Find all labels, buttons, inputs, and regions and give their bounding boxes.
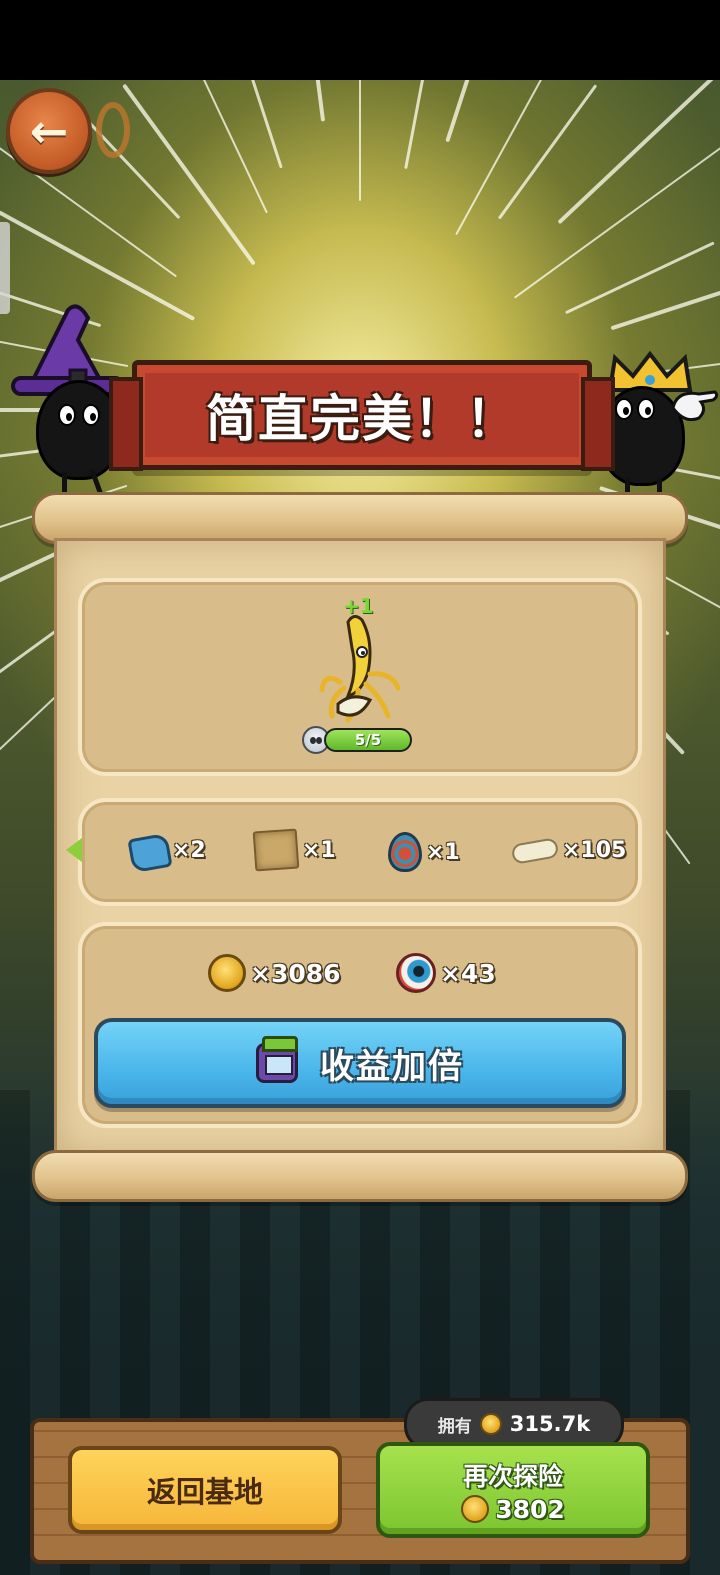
gold-coin-icon: [208, 954, 246, 992]
map-scroll-icon: [252, 828, 300, 872]
scroll-top-rod: [32, 492, 688, 544]
return-base-button[interactable]: 返回基地: [68, 1446, 342, 1534]
bone-icon: [510, 836, 560, 865]
reward-item: ×2: [126, 832, 206, 868]
earning-qty: ×43: [440, 958, 496, 988]
banana-squid-pet-icon: [319, 615, 401, 723]
scroll-left-arrow-icon[interactable]: [66, 838, 82, 862]
status-bar: [0, 0, 720, 80]
reward-qty: ×1: [302, 837, 336, 863]
reward-item: ×105: [510, 836, 627, 865]
light-ray: [514, 147, 720, 299]
light-ray: [455, 80, 542, 235]
double-earnings-button[interactable]: 收益加倍: [94, 1018, 626, 1108]
explore-cost-row: 3802: [461, 1495, 565, 1524]
eyeball-icon: [396, 953, 436, 993]
reward-qty: ×2: [172, 837, 206, 863]
owned-label: 拥有: [437, 1416, 472, 1437]
earning-item: ×3086: [208, 954, 341, 992]
double-earnings-label: 收益加倍: [320, 1046, 464, 1087]
gold-coin-icon: [461, 1495, 490, 1523]
light-ray: [445, 80, 470, 142]
back-button[interactable]: ←: [6, 88, 92, 174]
explore-again-label: 再次探险: [462, 1461, 563, 1491]
result-banner: 简直完美！！: [109, 360, 615, 471]
light-ray: [122, 84, 256, 265]
explore-cost: 3802: [495, 1494, 565, 1524]
decorative-ring: [96, 102, 130, 158]
tv-icon: [256, 1036, 298, 1083]
back-arrow-icon: ←: [29, 104, 69, 158]
scroll-bottom-rod: [32, 1150, 688, 1202]
spiral-egg-icon: [388, 832, 422, 872]
reward-qty: ×1: [426, 839, 460, 865]
banner-title: 简直完美！！: [206, 390, 518, 448]
light-ray: [498, 84, 597, 219]
light-ray: [315, 80, 325, 122]
gold-coin-icon: [479, 1413, 502, 1435]
explore-again-button[interactable]: 再次探险 3802: [376, 1442, 650, 1538]
reward-item: ×1: [388, 832, 460, 872]
light-ray: [404, 80, 424, 169]
light-ray: [610, 290, 720, 330]
earning-qty: ×3086: [250, 958, 341, 988]
return-base-label: 返回基地: [146, 1475, 263, 1509]
blue-gem-icon: [126, 832, 168, 868]
owned-value: 315.7k: [509, 1412, 591, 1436]
reward-item: ×1: [252, 828, 336, 872]
level-text: 5/5: [354, 731, 382, 749]
pet-level-bar: 5/5: [324, 728, 412, 752]
reward-qty: ×105: [562, 838, 627, 863]
pointing-hand-icon: [671, 390, 719, 422]
earning-item: ×43: [396, 953, 496, 993]
